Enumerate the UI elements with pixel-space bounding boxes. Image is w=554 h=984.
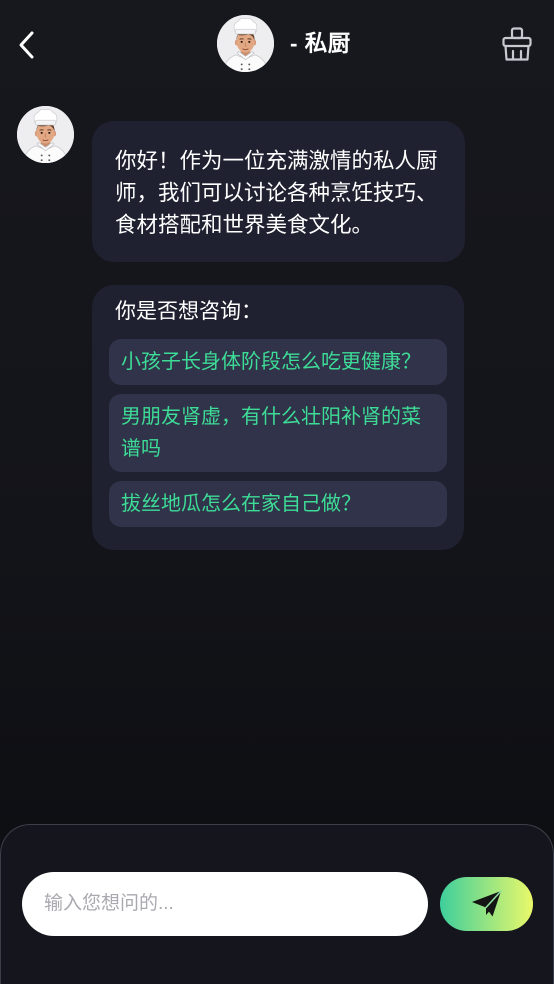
- chef-avatar-icon: [217, 15, 274, 72]
- clear-chat-button[interactable]: [500, 26, 534, 62]
- paper-plane-icon: [471, 890, 502, 917]
- send-button[interactable]: [440, 877, 533, 931]
- suggestion-item[interactable]: 男朋友肾虚，有什么壮阳补肾的菜谱吗: [109, 394, 447, 472]
- greeting-bubble: 你好！作为一位充满激情的私人厨师，我们可以讨论各种烹饪技巧、食材搭配和世界美食文…: [92, 121, 465, 262]
- suggestion-list: 小孩子长身体阶段怎么吃更健康？ 男朋友肾虚，有什么壮阳补肾的菜谱吗 拔丝地瓜怎么…: [109, 339, 447, 527]
- suggestion-item[interactable]: 拔丝地瓜怎么在家自己做？: [109, 481, 447, 527]
- message-input[interactable]: [22, 872, 428, 936]
- brush-icon: [502, 27, 532, 61]
- chef-avatar-icon: [17, 106, 74, 163]
- greeting-text: 你好！作为一位充满激情的私人厨师，我们可以讨论各种烹饪技巧、食材搭配和世界美食文…: [115, 149, 438, 237]
- chevron-left-icon: [19, 31, 34, 59]
- header: - 私厨: [0, 0, 554, 90]
- suggestion-bubble: 你是否想咨询： 小孩子长身体阶段怎么吃更健康？ 男朋友肾虚，有什么壮阳补肾的菜谱…: [92, 285, 464, 550]
- bot-avatar: [17, 106, 74, 163]
- page-title: - 私厨: [290, 31, 351, 56]
- header-avatar: [217, 15, 274, 72]
- composer-panel: [0, 824, 554, 984]
- suggestion-title: 你是否想咨询：: [115, 300, 262, 323]
- suggestion-item[interactable]: 小孩子长身体阶段怎么吃更健康？: [109, 339, 447, 385]
- back-button[interactable]: [12, 27, 42, 63]
